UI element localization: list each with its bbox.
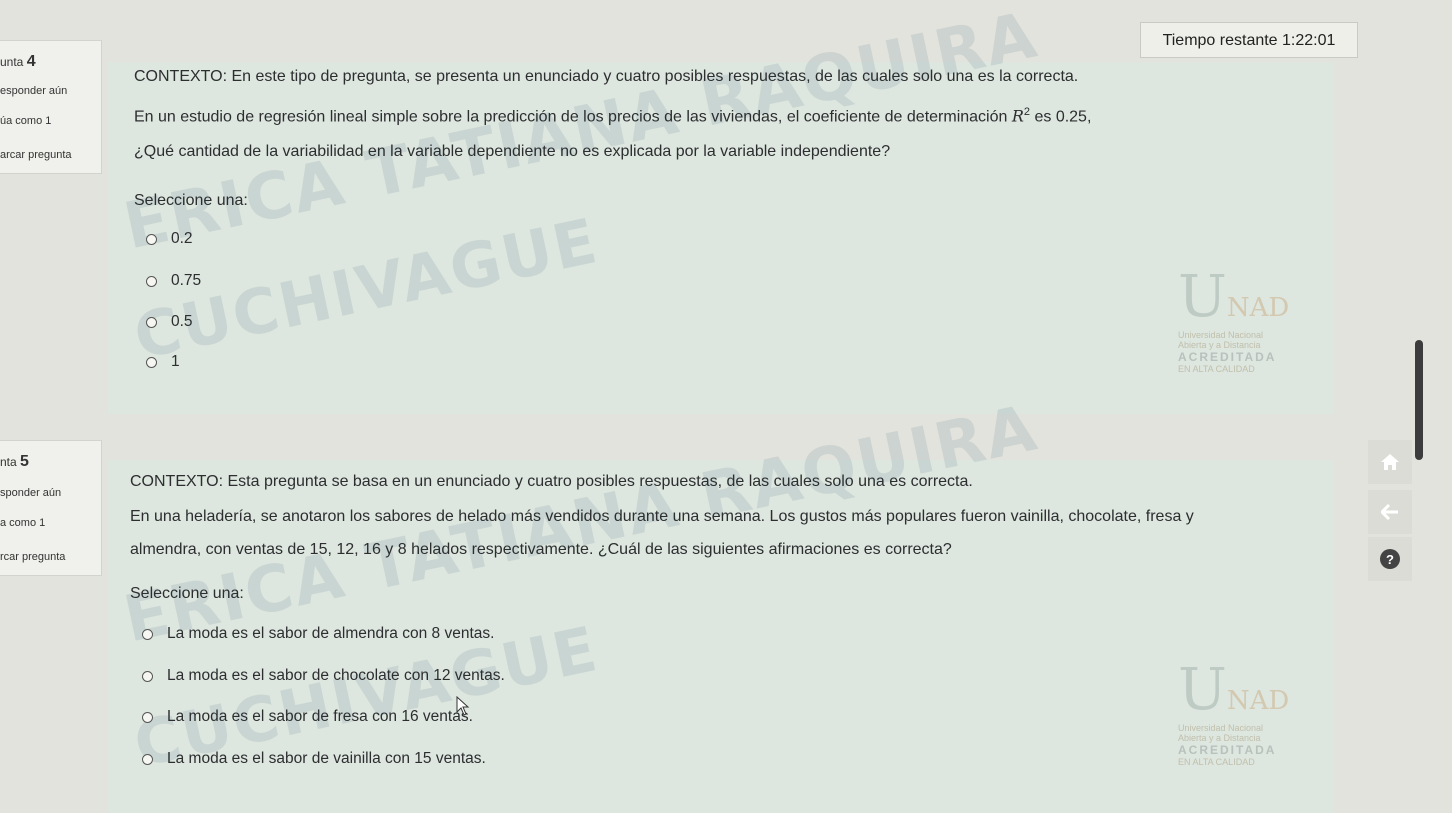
arrow-left-icon bbox=[1381, 504, 1398, 520]
radio-icon[interactable] bbox=[142, 753, 153, 765]
question-5-select-label: Seleccione una: bbox=[130, 585, 244, 602]
question-5-flag-link[interactable]: rcar pregunta bbox=[0, 551, 101, 563]
question-5-stem-line1: En una heladería, se anotaron los sabore… bbox=[130, 508, 1194, 525]
radio-icon[interactable] bbox=[146, 356, 157, 368]
question-4-option-1[interactable]: 0.2 bbox=[146, 230, 193, 248]
question-5-number: nta 5 bbox=[0, 453, 29, 470]
radio-icon[interactable] bbox=[146, 316, 157, 328]
question-4-option-2[interactable]: 0.75 bbox=[146, 272, 201, 290]
question-4-option-4[interactable]: 1 bbox=[146, 353, 180, 371]
unad-logo: UNAD Universidad Nacional Abierta y a Di… bbox=[1178, 655, 1290, 767]
time-remaining-box: Tiempo restante 1:22:01 bbox=[1140, 22, 1358, 58]
question-5-status: sponder aún bbox=[0, 487, 62, 499]
question-5-context: CONTEXTO: Esta pregunta se basa en un en… bbox=[130, 473, 973, 490]
help-button[interactable]: ? bbox=[1368, 537, 1412, 581]
question-4-stem-line2: ¿Qué cantidad de la variabilidad en la v… bbox=[134, 143, 891, 160]
question-4-option-3[interactable]: 0.5 bbox=[146, 313, 193, 331]
unad-logo: UNAD Universidad Nacional Abierta y a Di… bbox=[1178, 262, 1290, 374]
question-4-select-label: Seleccione una: bbox=[134, 192, 248, 209]
radio-icon[interactable] bbox=[142, 670, 153, 682]
question-5-option-4[interactable]: La moda es el sabor de vainilla con 15 v… bbox=[142, 750, 486, 768]
radio-icon[interactable] bbox=[146, 275, 157, 287]
back-button[interactable] bbox=[1368, 490, 1412, 534]
watermark-name: ERICA TATIANA RAQUIRA bbox=[118, 0, 1045, 265]
question-4-flag-link[interactable]: arcar pregunta bbox=[0, 149, 101, 161]
question-4-info: unta 4 esponder aún úa como 1 arcar preg… bbox=[0, 40, 102, 174]
home-button[interactable] bbox=[1368, 440, 1412, 484]
question-5-stem-line2: almendra, con ventas de 15, 12, 16 y 8 h… bbox=[130, 541, 952, 558]
question-4-status: esponder aún bbox=[0, 85, 68, 97]
question-4-stem-line1: En un estudio de regresión lineal simple… bbox=[134, 106, 1092, 126]
home-icon bbox=[1381, 454, 1399, 470]
question-5-points: a como 1 bbox=[0, 517, 46, 529]
question-5-option-3[interactable]: La moda es el sabor de fresa con 16 vent… bbox=[142, 708, 473, 726]
time-remaining-label: Tiempo restante bbox=[1162, 32, 1278, 49]
question-4-context: CONTEXTO: En este tipo de pregunta, se p… bbox=[134, 68, 1079, 85]
mouse-cursor-icon bbox=[456, 696, 470, 716]
question-4-points: úa como 1 bbox=[0, 115, 52, 127]
time-remaining-value: 1:22:01 bbox=[1282, 32, 1336, 49]
radio-icon[interactable] bbox=[142, 711, 153, 723]
question-5-option-1[interactable]: La moda es el sabor de almendra con 8 ve… bbox=[142, 625, 494, 643]
radio-icon[interactable] bbox=[142, 628, 153, 640]
question-5-option-2[interactable]: La moda es el sabor de chocolate con 12 … bbox=[142, 667, 505, 685]
question-5-info: nta 5 sponder aún a como 1 rcar pregunta bbox=[0, 440, 102, 576]
help-icon: ? bbox=[1380, 549, 1400, 569]
question-4-number: unta 4 bbox=[0, 53, 36, 70]
radio-icon[interactable] bbox=[146, 233, 157, 245]
scrollbar-thumb[interactable] bbox=[1415, 340, 1423, 460]
